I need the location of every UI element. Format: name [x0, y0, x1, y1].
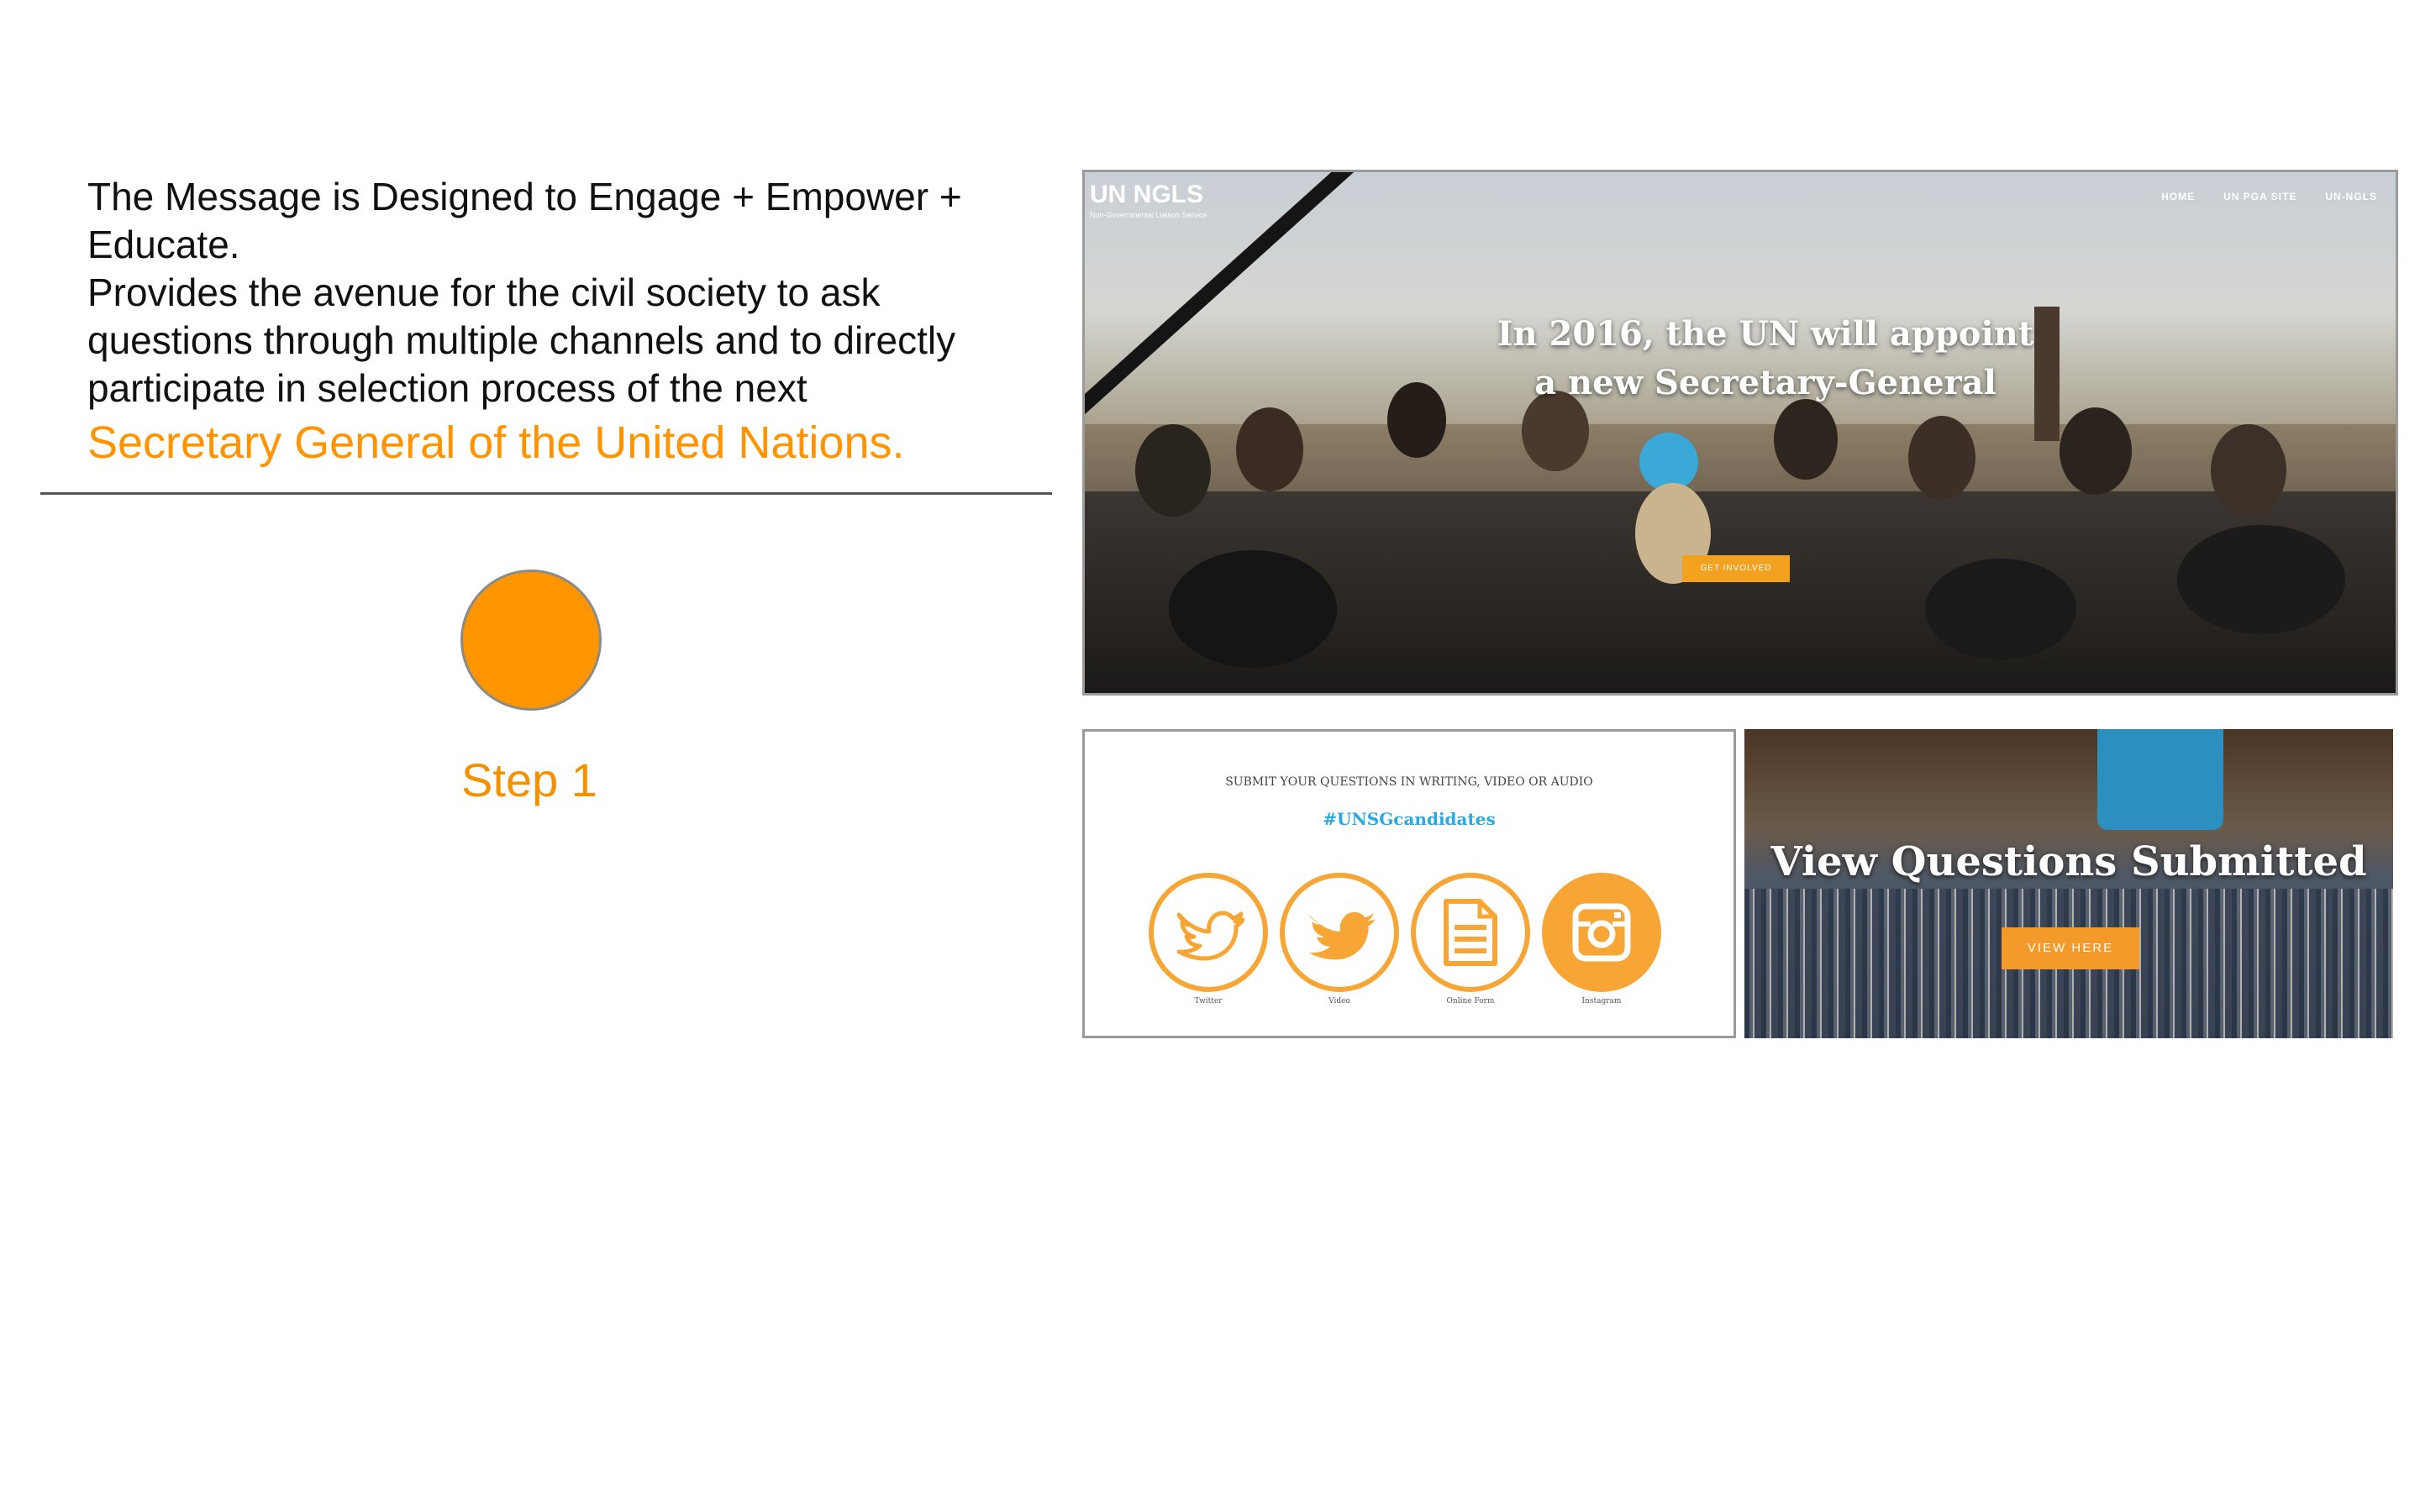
nav-un-ngls[interactable]: UN-NGLS: [2325, 191, 2377, 202]
video-button[interactable]: [1280, 873, 1399, 992]
online-form-button[interactable]: [1411, 873, 1530, 992]
document-icon: [1444, 899, 1497, 966]
person-shape: [2211, 424, 2286, 517]
online-form-label: Online Form: [1446, 997, 1495, 1005]
view-questions-panel: View Questions Submitted VIEW HERE: [1744, 729, 2393, 1038]
instagram-icon: [1572, 903, 1631, 962]
nav-home[interactable]: HOME: [2161, 191, 2195, 202]
person-shape: [1236, 407, 1303, 491]
hero-nav: HOME UN PGA SITE UN-NGLS: [2161, 191, 2377, 202]
step-label: Step 1: [461, 753, 597, 806]
person-shape: [1135, 424, 1211, 517]
get-involved-button[interactable]: GET INVOLVED: [1682, 555, 1790, 582]
video-label: Video: [1328, 997, 1350, 1005]
divider: [40, 492, 1052, 495]
camera-shape: [1169, 550, 1337, 668]
view-questions-title: View Questions Submitted: [1770, 838, 2367, 885]
person-shape: [1908, 416, 1975, 500]
intro-line-2: Provides the avenue for the civil societ…: [87, 270, 956, 410]
camera-shape: [1925, 559, 2076, 659]
instagram-label: Instagram: [1581, 997, 1622, 1005]
hashtag[interactable]: #UNSGcandidates: [1085, 809, 1733, 829]
hero-screenshot: UN NGLS Non-Governmental Liaison Service…: [1082, 170, 2398, 696]
person-shape: [1774, 399, 1838, 480]
intro-line-1: The Message is Designed to Engage + Empo…: [87, 175, 962, 266]
twitter-bird-filled-icon: [1308, 911, 1376, 960]
instagram-button[interactable]: [1542, 873, 1661, 992]
twitter-label: Twitter: [1194, 997, 1223, 1005]
un-ngls-logo: UN NGLS Non-Governmental Liaison Service: [1090, 181, 1207, 219]
twitter-button[interactable]: [1149, 873, 1268, 992]
un-banner: [2097, 729, 2223, 830]
hero-headline: In 2016, the UN will appoint a new Secre…: [1497, 314, 2034, 402]
camera-shape: [2177, 525, 2345, 634]
submit-subtitle: SUBMIT YOUR QUESTIONS IN WRITING, VIDEO …: [1225, 775, 1593, 789]
person-shape: [2060, 407, 2132, 495]
intro-highlight: Secretary General of the United Nations.: [87, 417, 905, 468]
intro-text: The Message is Designed to Engage + Empo…: [87, 173, 1045, 470]
twitter-bird-icon: [1176, 911, 1244, 961]
submit-questions-panel: SUBMIT YOUR QUESTIONS IN WRITING, VIDEO …: [1082, 729, 1736, 1038]
view-here-button[interactable]: VIEW HERE: [2002, 927, 2139, 969]
nav-un-pga-site[interactable]: UN PGA SITE: [2223, 191, 2296, 202]
step-circle: [460, 570, 602, 711]
